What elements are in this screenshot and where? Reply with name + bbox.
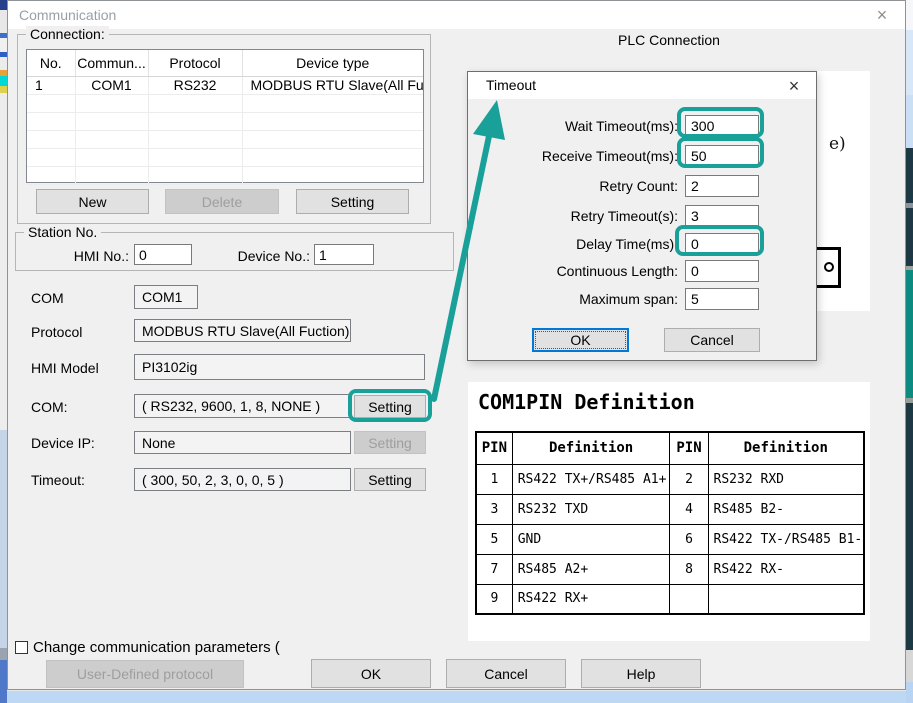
connector-pin-circle — [824, 262, 834, 272]
timeout-titlebar[interactable]: Timeout × — [468, 72, 816, 99]
retry-count-input[interactable]: 2 — [685, 175, 759, 197]
ok-button[interactable]: OK — [311, 659, 431, 688]
protocol-label: Protocol — [31, 324, 82, 340]
col-communication[interactable]: Commun... — [75, 50, 148, 76]
maximum-span-label: Maximum span: — [478, 291, 678, 307]
device-ip-value: None — [134, 431, 351, 454]
cancel-button[interactable]: Cancel — [446, 659, 566, 688]
table-row-empty — [27, 130, 423, 148]
close-icon[interactable]: × — [871, 4, 893, 26]
retry-timeout-input[interactable]: 3 — [685, 205, 759, 227]
receive-timeout-label: Receive Timeout(ms): — [478, 148, 678, 164]
highlight-receive-timeout — [677, 137, 764, 168]
setting-button-connection[interactable]: Setting — [296, 189, 409, 214]
pin-row: 3 RS232 TXD 4 RS485 B2- — [476, 494, 864, 524]
table-row-empty — [27, 148, 423, 166]
pin-row: 9 RS422 RX+ — [476, 584, 864, 614]
table-row-empty — [27, 112, 423, 130]
com-label: COM — [31, 290, 64, 306]
table-row-empty — [27, 94, 423, 112]
pin-table-header: PIN Definition PIN Definition — [476, 432, 864, 464]
timeout-ok-button[interactable]: OK — [532, 328, 629, 352]
highlight-wait-timeout — [677, 107, 764, 138]
wait-timeout-label: Wait Timeout(ms): — [478, 118, 678, 134]
screenshot-canvas: Communication × PLC Connection Connectio… — [0, 0, 913, 703]
hmi-model-label: HMI Model — [31, 360, 99, 376]
cell-no[interactable]: 1 — [27, 76, 75, 94]
retry-count-label: Retry Count: — [478, 178, 678, 194]
change-params-checkbox[interactable] — [15, 641, 28, 654]
protocol-value: MODBUS RTU Slave(All Fuction) — [134, 319, 351, 342]
pin-header-2: Definition — [512, 432, 670, 464]
device-no-input[interactable]: 1 — [314, 244, 374, 265]
com-setting-label: COM: — [31, 399, 68, 415]
hmi-no-label: HMI No.: — [60, 248, 129, 264]
highlight-delay-time — [675, 225, 764, 256]
device-no-label: Device No.: — [190, 248, 310, 264]
cell-device-type[interactable]: MODBUS RTU Slave(All Fucti... — [242, 76, 423, 94]
connection-table[interactable]: No. Commun... Protocol Device type 1 COM… — [26, 49, 424, 183]
device-ip-setting-button[interactable]: Setting — [354, 431, 426, 454]
com-value: COM1 — [134, 285, 198, 309]
background-bottom-strip — [7, 691, 906, 703]
pin-row: 7 RS485 A2+ 8 RS422 RX- — [476, 554, 864, 584]
help-button[interactable]: Help — [581, 659, 701, 688]
window-title: Communication — [19, 7, 116, 23]
timeout-dialog-title: Timeout — [486, 77, 536, 93]
table-row-empty — [27, 166, 423, 184]
continuous-length-label: Continuous Length: — [478, 263, 678, 279]
delay-time-label: Delay Time(ms): — [478, 236, 678, 252]
timeout-label: Timeout: — [31, 472, 85, 488]
highlight-setting-button — [348, 389, 432, 422]
timeout-value: ( 300, 50, 2, 3, 0, 0, 5 ) — [134, 468, 351, 491]
timeout-dialog: Timeout × Wait Timeout(ms): 300 Receive … — [467, 71, 817, 361]
connection-group-label: Connection: — [26, 26, 109, 42]
close-icon[interactable]: × — [782, 74, 806, 98]
pin-header-1: PIN — [476, 432, 512, 464]
plc-connection-label: PLC Connection — [618, 32, 720, 48]
cell-protocol[interactable]: RS232 — [148, 76, 242, 94]
hmi-no-input[interactable]: 0 — [134, 244, 192, 265]
maximum-span-input[interactable]: 5 — [685, 288, 759, 310]
col-device-type[interactable]: Device type — [242, 50, 423, 76]
col-protocol[interactable]: Protocol — [148, 50, 242, 76]
timeout-cancel-button[interactable]: Cancel — [664, 328, 760, 352]
device-ip-label: Device IP: — [31, 435, 95, 451]
continuous-length-input[interactable]: 0 — [685, 260, 759, 282]
retry-timeout-label: Retry Timeout(s): — [478, 208, 678, 224]
connection-table-header: No. Commun... Protocol Device type — [27, 50, 423, 76]
user-defined-protocol-button[interactable]: User-Defined protocol — [46, 660, 244, 688]
background-text-fragment: e) — [829, 134, 846, 154]
station-group-label: Station No. — [24, 224, 101, 240]
hmi-model-value: PI3102ig — [134, 354, 425, 380]
pin-header-3: PIN — [670, 432, 708, 464]
titlebar[interactable]: Communication × — [8, 1, 905, 29]
pin-row: 5 GND 6 RS422 TX-/RS485 B1- — [476, 524, 864, 554]
new-button[interactable]: New — [36, 189, 149, 214]
pin-table-title: COM1PIN Definition — [478, 390, 695, 414]
com-setting-value: ( RS232, 9600, 1, 8, NONE ) — [134, 394, 351, 418]
communication-window: Communication × PLC Connection Connectio… — [7, 0, 906, 690]
change-params-label: Change communication parameters ( — [33, 639, 280, 656]
col-no[interactable]: No. — [27, 50, 75, 76]
pin-header-4: Definition — [708, 432, 864, 464]
delete-button[interactable]: Delete — [165, 189, 279, 214]
pin-definition-table: PIN Definition PIN Definition 1 RS422 TX… — [475, 431, 865, 615]
timeout-setting-button[interactable]: Setting — [354, 468, 426, 491]
pin-row: 1 RS422 TX+/RS485 A1+ 2 RS232 RXD — [476, 464, 864, 494]
table-row[interactable]: 1 COM1 RS232 MODBUS RTU Slave(All Fucti.… — [27, 76, 423, 94]
cell-communication[interactable]: COM1 — [75, 76, 148, 94]
